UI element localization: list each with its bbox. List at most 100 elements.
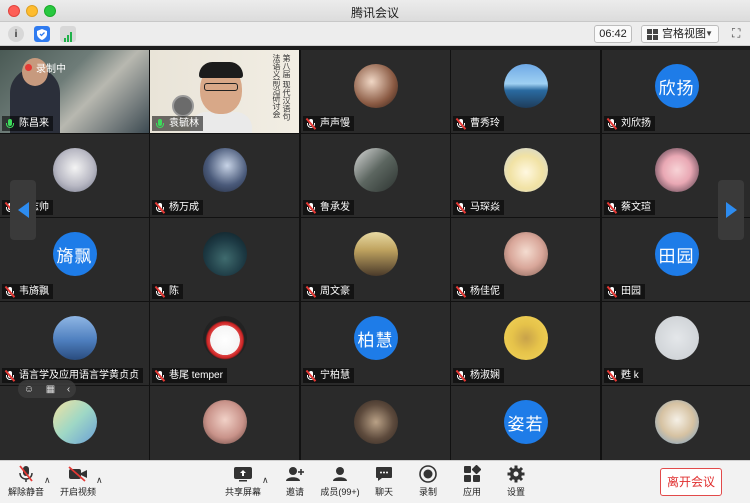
participant-name: 袁毓林 bbox=[169, 118, 199, 129]
record-button[interactable]: 录制 bbox=[416, 465, 440, 501]
participant-avatar bbox=[353, 64, 398, 108]
participant-tile[interactable]: 杨淑娴 bbox=[451, 302, 600, 385]
members-button[interactable]: 成员(99+) bbox=[318, 465, 362, 501]
unmute-button[interactable]: 解除静音 bbox=[8, 465, 44, 501]
meeting-info-icon[interactable]: i bbox=[8, 26, 24, 42]
participant-tile[interactable]: 柏慧 宁柏慧 bbox=[301, 302, 450, 385]
floating-mini-controls[interactable]: ☺ ▦ ‹ bbox=[18, 380, 76, 398]
meeting-bottom-toolbar: 解除静音 ∧ 开启视频 ∧ 共享屏幕 ∧ 邀请 成员(99+) 聊天 录制 应用… bbox=[0, 460, 750, 503]
participant-tile[interactable]: 声声慢 bbox=[301, 50, 450, 133]
microphone-muted-icon bbox=[606, 370, 618, 382]
participant-name-bar: 宁柏慧 bbox=[303, 368, 354, 383]
participant-avatar bbox=[654, 316, 699, 360]
audio-options-chevron-icon[interactable]: ∧ bbox=[44, 475, 51, 486]
microphone-muted-icon bbox=[154, 370, 166, 382]
recording-indicator: 录制中 bbox=[25, 60, 66, 75]
camera-off-icon bbox=[68, 465, 88, 483]
arrow-right-icon bbox=[725, 202, 737, 218]
invite-button[interactable]: 邀请 bbox=[280, 465, 310, 501]
participant-name-bar: 声声慢 bbox=[303, 116, 354, 131]
chat-button[interactable]: 聊天 bbox=[372, 465, 396, 501]
microphone-muted-icon bbox=[154, 286, 166, 298]
view-mode-label: 宫格视图 bbox=[662, 28, 706, 40]
participant-name-bar: 马琛焱 bbox=[453, 200, 504, 215]
participant-tile[interactable] bbox=[150, 386, 299, 460]
view-mode-dropdown[interactable]: 宫格视图 ▼ bbox=[641, 25, 719, 43]
participant-avatar bbox=[52, 316, 97, 360]
layout-icon[interactable]: ▦ bbox=[46, 384, 55, 395]
fullscreen-icon[interactable]: ⛶ bbox=[732, 27, 744, 39]
microphone-muted-icon bbox=[606, 202, 618, 214]
meeting-window: 腾讯会议 i 06:42 宫格视图 ▼ ⛶ 录制中 陈昌来 第八届 现代汉语句法语义… bbox=[0, 0, 750, 503]
chat-icon bbox=[374, 465, 394, 483]
participant-tile[interactable] bbox=[602, 386, 750, 460]
share-options-chevron-icon[interactable]: ∧ bbox=[262, 475, 269, 486]
participant-avatar bbox=[52, 400, 97, 444]
share-screen-icon bbox=[233, 465, 253, 483]
leave-meeting-button[interactable]: 离开会议 bbox=[660, 468, 722, 496]
participant-tile[interactable]: 姿若 bbox=[451, 386, 600, 460]
participant-tile[interactable]: 语言学及应用语言学黄贞贞 bbox=[0, 302, 149, 385]
participant-name: 陈 bbox=[169, 286, 179, 297]
participant-avatar: 姿若 bbox=[503, 400, 548, 444]
participant-avatar bbox=[503, 232, 548, 276]
participant-tile[interactable]: 第八届 现代汉语句法语义前沿研讨会 袁毓林 bbox=[150, 50, 299, 133]
emoji-icon[interactable]: ☺ bbox=[24, 384, 34, 395]
participant-name: 巷尾 temper bbox=[169, 370, 223, 381]
participant-tile[interactable]: 马琛焱 bbox=[451, 134, 600, 217]
chevron-down-icon: ▼ bbox=[705, 29, 713, 38]
video-options-chevron-icon[interactable]: ∧ bbox=[96, 475, 103, 486]
record-label: 录制 bbox=[418, 487, 437, 497]
participant-avatar bbox=[503, 316, 548, 360]
gear-icon bbox=[506, 465, 526, 483]
participant-tile[interactable]: 周文豪 bbox=[301, 218, 450, 301]
participant-tile[interactable]: 杨万成 bbox=[150, 134, 299, 217]
microphone-muted-icon bbox=[4, 370, 16, 382]
microphone-muted-icon bbox=[305, 286, 317, 298]
participant-name-bar: 陈昌来 bbox=[2, 116, 53, 131]
microphone-muted-icon bbox=[455, 118, 467, 130]
participant-tile[interactable]: 甦 k bbox=[602, 302, 750, 385]
participant-name: 周文豪 bbox=[320, 286, 350, 297]
apps-button[interactable]: 应用 bbox=[460, 465, 484, 501]
apps-label: 应用 bbox=[462, 487, 481, 497]
next-page-button[interactable] bbox=[718, 180, 744, 240]
microphone-muted-icon bbox=[606, 118, 618, 130]
participant-name-bar: 周文豪 bbox=[303, 284, 354, 299]
share-screen-button[interactable]: 共享屏幕 bbox=[225, 465, 261, 501]
grid-view-icon bbox=[647, 29, 658, 40]
collapse-icon[interactable]: ‹ bbox=[67, 384, 70, 395]
start-video-label: 开启视频 bbox=[60, 487, 97, 497]
participant-name: 杨淑娴 bbox=[470, 370, 500, 381]
participant-name: 韦旖飘 bbox=[19, 286, 49, 297]
microphone-muted-icon bbox=[455, 370, 467, 382]
title-bar: 腾讯会议 bbox=[0, 0, 750, 22]
record-icon bbox=[418, 465, 438, 483]
microphone-muted-icon bbox=[305, 202, 317, 214]
microphone-icon bbox=[4, 118, 16, 130]
participant-avatar bbox=[202, 232, 247, 276]
participant-tile[interactable]: 鲁承发 bbox=[301, 134, 450, 217]
participant-name-bar: 蔡文瑄 bbox=[604, 200, 655, 215]
participant-name: 陈昌来 bbox=[19, 118, 49, 129]
participant-tile[interactable]: 陈 bbox=[150, 218, 299, 301]
security-shield-icon[interactable] bbox=[34, 26, 50, 42]
participant-tile[interactable]: 曹秀玲 bbox=[451, 50, 600, 133]
participant-name-bar: 鲁承发 bbox=[303, 200, 354, 215]
network-signal-icon[interactable] bbox=[60, 26, 76, 42]
participant-tile[interactable] bbox=[301, 386, 450, 460]
share-screen-label: 共享屏幕 bbox=[225, 487, 262, 497]
participant-tile[interactable]: 杨佳伲 bbox=[451, 218, 600, 301]
participant-avatar bbox=[353, 400, 398, 444]
participant-tile[interactable]: 欣扬 刘欣扬 bbox=[602, 50, 750, 133]
participant-name: 声声慢 bbox=[320, 118, 350, 129]
participant-tile[interactable]: 巷尾 temper bbox=[150, 302, 299, 385]
start-video-button[interactable]: 开启视频 bbox=[60, 465, 96, 501]
participant-tile[interactable]: 录制中陈昌来 bbox=[0, 50, 149, 133]
microphone-muted-icon bbox=[4, 286, 16, 298]
window-title: 腾讯会议 bbox=[350, 6, 399, 20]
settings-button[interactable]: 设置 bbox=[504, 465, 528, 501]
participant-avatar: 田园 bbox=[654, 232, 699, 276]
participant-name-bar: 巷尾 temper bbox=[152, 368, 227, 383]
previous-page-button[interactable] bbox=[10, 180, 36, 240]
